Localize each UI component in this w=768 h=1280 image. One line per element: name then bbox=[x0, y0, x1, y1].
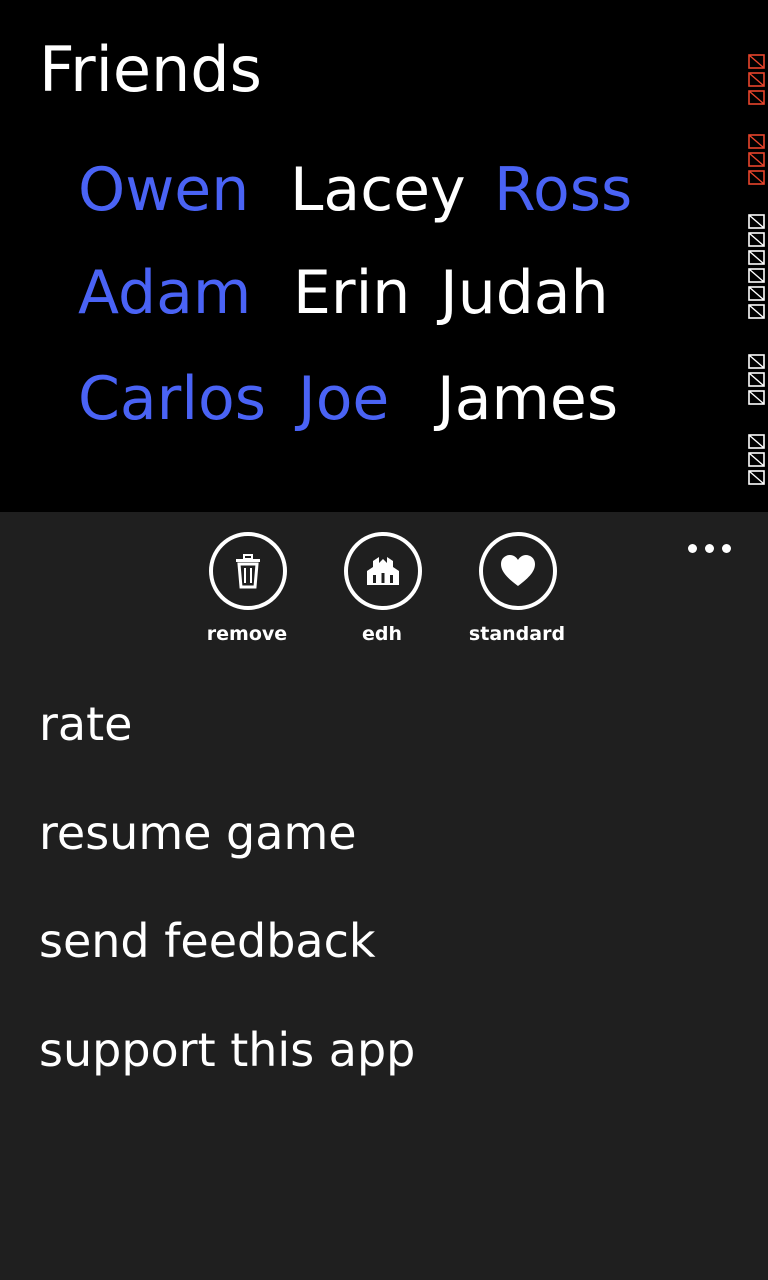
friend-name[interactable]: Carlos bbox=[78, 354, 266, 444]
friend-name[interactable]: Owen bbox=[78, 145, 249, 235]
friend-name[interactable]: Adam bbox=[78, 248, 251, 338]
counter-glyph bbox=[748, 452, 765, 467]
counter-glyph bbox=[748, 354, 765, 369]
counter-glyph bbox=[748, 152, 765, 167]
edh-button-circle bbox=[344, 532, 422, 610]
menu-item-send-feedback[interactable]: send feedback bbox=[39, 911, 376, 971]
counter-glyph bbox=[748, 54, 765, 69]
ellipsis-icon bbox=[705, 544, 714, 553]
counter-glyph bbox=[748, 390, 765, 405]
remove-button-label: remove bbox=[206, 623, 288, 645]
application-bar: remove edh standard rate resume game sen… bbox=[0, 512, 768, 1280]
counter-glyph bbox=[748, 372, 765, 387]
counter-glyph bbox=[748, 286, 765, 301]
heart-icon bbox=[501, 555, 535, 586]
counter-glyph bbox=[748, 268, 765, 283]
menu-item-support-this-app[interactable]: support this app bbox=[39, 1020, 415, 1080]
counter-glyph bbox=[748, 232, 765, 247]
friend-name[interactable]: Judah bbox=[440, 248, 609, 338]
edh-button[interactable]: edh bbox=[322, 530, 442, 650]
standard-button-label: standard bbox=[468, 623, 566, 645]
more-button[interactable] bbox=[682, 530, 738, 564]
counter-glyph bbox=[748, 304, 765, 319]
menu-item-resume-game[interactable]: resume game bbox=[39, 803, 357, 863]
castle-icon bbox=[367, 557, 399, 585]
screen: Friends Owen Lacey Ross Adam Erin Judah … bbox=[0, 0, 768, 1280]
counter-glyph bbox=[748, 250, 765, 265]
ellipsis-icon bbox=[688, 544, 697, 553]
menu-item-rate[interactable]: rate bbox=[39, 694, 132, 754]
friend-name[interactable]: Lacey bbox=[290, 145, 466, 235]
counter-glyph bbox=[748, 134, 765, 149]
ellipsis-icon bbox=[722, 544, 731, 553]
friend-name[interactable]: Joe bbox=[298, 354, 389, 444]
friend-name[interactable]: James bbox=[437, 354, 618, 444]
counter-glyph bbox=[748, 90, 765, 105]
counter-glyph bbox=[748, 170, 765, 185]
friends-panel: Friends Owen Lacey Ross Adam Erin Judah … bbox=[0, 0, 768, 512]
counter-glyph bbox=[748, 470, 765, 485]
frame-rate-counter bbox=[746, 50, 768, 495]
remove-button[interactable]: remove bbox=[187, 530, 307, 650]
friend-name[interactable]: Ross bbox=[494, 145, 632, 235]
standard-button-circle bbox=[479, 532, 557, 610]
counter-glyph bbox=[748, 434, 765, 449]
counter-glyph bbox=[748, 72, 765, 87]
page-title: Friends bbox=[39, 33, 262, 106]
trash-icon bbox=[236, 554, 260, 589]
friend-name[interactable]: Erin bbox=[293, 248, 410, 338]
remove-button-circle bbox=[209, 532, 287, 610]
counter-glyph bbox=[748, 214, 765, 229]
standard-button[interactable]: standard bbox=[457, 530, 577, 650]
edh-button-label: edh bbox=[361, 623, 402, 645]
